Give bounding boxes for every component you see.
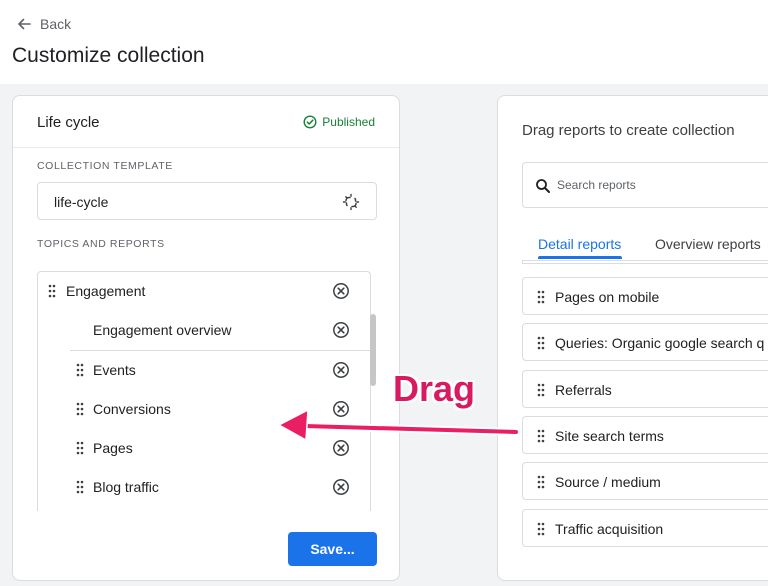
report-label: Traffic acquisition: [555, 521, 664, 537]
remove-circle-icon[interactable]: [332, 321, 350, 339]
active-tab-indicator: [538, 256, 622, 259]
collection-title: Life cycle: [37, 114, 100, 131]
report-library-panel: Drag reports to create collection Detail…: [497, 95, 768, 581]
tab-overview-reports[interactable]: Overview reports: [655, 236, 761, 252]
report-row[interactable]: Pages: [38, 429, 368, 467]
report-label: Site search terms: [555, 428, 664, 444]
report-label: Events: [93, 362, 136, 378]
tab-detail-reports[interactable]: Detail reports: [538, 236, 621, 252]
drag-handle-icon[interactable]: [537, 383, 545, 397]
report-label: Pages: [93, 440, 133, 456]
check-circle-icon: [303, 115, 317, 129]
list-item[interactable]: Queries: Organic google search q: [522, 323, 768, 361]
list-item[interactable]: Traffic acquisition: [522, 509, 768, 547]
template-section-label: COLLECTION TEMPLATE: [37, 160, 173, 172]
drag-handle-icon[interactable]: [48, 284, 56, 298]
drag-handle-icon[interactable]: [76, 402, 84, 416]
report-label: Source / medium: [555, 474, 661, 490]
list-item[interactable]: Referrals: [522, 370, 768, 408]
remove-circle-icon[interactable]: [332, 361, 350, 379]
library-title: Drag reports to create collection: [522, 122, 735, 139]
back-label: Back: [40, 16, 72, 32]
list-item[interactable]: Site search terms: [522, 416, 768, 454]
report-list-edge: [522, 260, 768, 264]
drag-handle-icon[interactable]: [76, 480, 84, 494]
report-label: Engagement overview: [93, 322, 232, 338]
topic-label: Engagement: [66, 283, 146, 299]
drag-handle-icon[interactable]: [537, 336, 545, 350]
save-button[interactable]: Save...: [288, 532, 377, 566]
topics-section-label: TOPICS AND REPORTS: [37, 238, 165, 250]
page-title: Customize collection: [12, 44, 205, 67]
template-value: life-cycle: [54, 194, 109, 210]
arrow-left-icon: [18, 18, 31, 30]
remove-circle-icon[interactable]: [332, 439, 350, 457]
back-button[interactable]: Back: [16, 14, 71, 34]
drag-annotation-label: Drag: [393, 368, 476, 409]
list-item[interactable]: Source / medium: [522, 462, 768, 500]
topic-row-engagement[interactable]: Engagement: [38, 272, 368, 310]
template-field[interactable]: life-cycle: [37, 182, 377, 220]
search-box[interactable]: [522, 162, 768, 208]
drag-handle-icon[interactable]: [537, 522, 545, 536]
collection-editor-panel: Life cycle Published COLLECTION TEMPLATE…: [12, 95, 400, 581]
report-row[interactable]: Conversions: [38, 390, 368, 428]
report-label: Queries: Organic google search q: [555, 335, 765, 351]
drag-handle-icon[interactable]: [76, 441, 84, 455]
report-row[interactable]: Events: [38, 351, 368, 389]
report-label: Conversions: [93, 401, 171, 417]
list-item[interactable]: Pages on mobile: [522, 277, 768, 315]
report-label: Blog traffic: [93, 479, 159, 495]
report-row[interactable]: Blog traffic: [38, 468, 368, 506]
status-label: Published: [322, 115, 375, 129]
remove-circle-icon[interactable]: [332, 282, 350, 300]
collection-header: Life cycle Published: [13, 96, 399, 148]
report-label: Referrals: [555, 382, 612, 398]
topics-scrollbar[interactable]: [370, 314, 376, 386]
search-icon: [536, 179, 550, 193]
top-bar: Back Customize collection: [0, 0, 768, 84]
topics-list[interactable]: Engagement Engagement overview Events Co…: [37, 271, 371, 511]
search-input[interactable]: [555, 175, 768, 195]
report-row[interactable]: Engagement overview: [38, 311, 368, 349]
drag-handle-icon[interactable]: [537, 429, 545, 443]
unlink-icon[interactable]: [342, 193, 360, 211]
status-badge: Published: [303, 115, 375, 129]
drag-handle-icon[interactable]: [76, 363, 84, 377]
drag-handle-icon[interactable]: [537, 290, 545, 304]
remove-circle-icon[interactable]: [332, 478, 350, 496]
remove-circle-icon[interactable]: [332, 400, 350, 418]
drag-handle-icon[interactable]: [537, 475, 545, 489]
report-label: Pages on mobile: [555, 289, 660, 305]
